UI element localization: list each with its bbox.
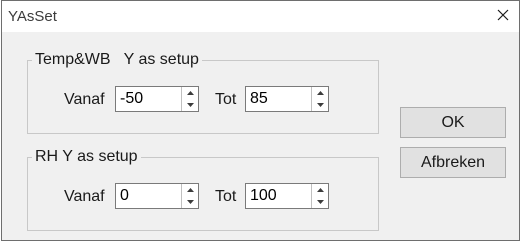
spin-down-arrow-icon[interactable] — [312, 99, 328, 111]
rh-to-label: Tot — [215, 188, 237, 205]
title-bar: YAsSet — [2, 1, 519, 32]
rh-to-spin-buttons — [311, 184, 328, 208]
spin-down-arrow-icon[interactable] — [182, 99, 198, 111]
dialog-client: Temp&WB Y as setup Vanaf -50 Tot 85 RH Y… — [2, 32, 519, 240]
spin-up-arrow-icon[interactable] — [312, 184, 328, 196]
rh-group-caption: RH Y as setup — [32, 148, 141, 166]
temp-y-axis-group: Temp&WB Y as setup Vanaf -50 Tot 85 — [27, 51, 379, 134]
temp-to-value[interactable]: 85 — [250, 90, 268, 108]
spin-up-arrow-icon[interactable] — [182, 87, 198, 99]
rh-to-value[interactable]: 100 — [250, 187, 277, 205]
temp-to-spin-buttons — [311, 87, 328, 111]
rh-from-spin-buttons — [181, 184, 198, 208]
rh-to-spinner[interactable]: 100 — [245, 183, 329, 209]
temp-to-label: Tot — [215, 91, 237, 108]
close-icon[interactable] — [495, 7, 511, 23]
rh-y-axis-group: RH Y as setup Vanaf 0 Tot 100 — [27, 148, 379, 231]
yasset-dialog: YAsSet Temp&WB Y as setup Vanaf -50 Tot … — [1, 0, 520, 241]
ok-button[interactable]: OK — [400, 107, 506, 138]
temp-from-spin-buttons — [181, 87, 198, 111]
rh-from-label: Vanaf — [64, 188, 105, 205]
rh-from-value[interactable]: 0 — [120, 187, 129, 205]
spin-up-arrow-icon[interactable] — [182, 184, 198, 196]
spin-down-arrow-icon[interactable] — [312, 196, 328, 208]
cancel-button[interactable]: Afbreken — [400, 147, 506, 178]
temp-from-value[interactable]: -50 — [120, 90, 143, 108]
temp-group-caption: Temp&WB Y as setup — [32, 51, 202, 69]
spin-up-arrow-icon[interactable] — [312, 87, 328, 99]
temp-from-label: Vanaf — [64, 91, 105, 108]
spin-down-arrow-icon[interactable] — [182, 196, 198, 208]
rh-from-spinner[interactable]: 0 — [115, 183, 199, 209]
window-title: YAsSet — [8, 8, 57, 25]
temp-to-spinner[interactable]: 85 — [245, 86, 329, 112]
temp-from-spinner[interactable]: -50 — [115, 86, 199, 112]
